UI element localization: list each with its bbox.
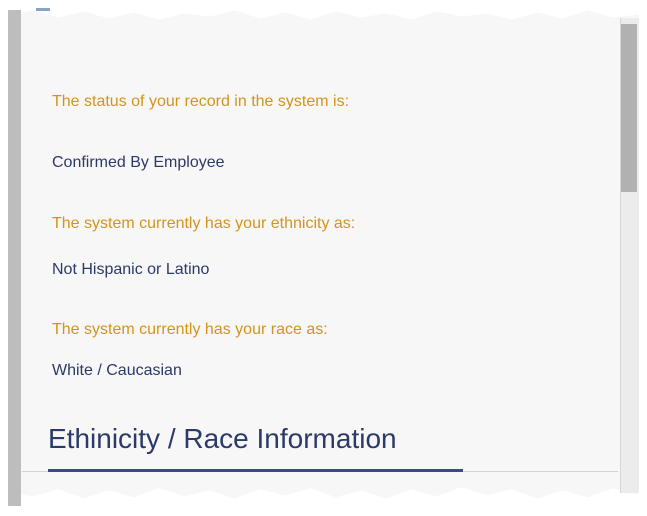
status-value: Confirmed By Employee xyxy=(52,154,225,171)
record-details: The status of your record in the system … xyxy=(22,18,618,498)
scrollbar-thumb[interactable] xyxy=(621,24,637,192)
ethnicity-value: Not Hispanic or Latino xyxy=(52,261,210,278)
left-rail xyxy=(8,10,21,506)
screenshot-stage: The status of your record in the system … xyxy=(0,0,647,516)
section-title: Ethinicity / Race Information xyxy=(48,423,397,454)
ethnicity-label: The system currently has your ethnicity … xyxy=(52,215,356,232)
section-title-underline xyxy=(48,469,463,472)
race-value: White / Caucasian xyxy=(52,362,182,379)
status-label: The status of your record in the system … xyxy=(52,93,350,110)
top-edge-fragment xyxy=(36,8,50,11)
race-label: The system currently has your race as: xyxy=(52,321,328,338)
